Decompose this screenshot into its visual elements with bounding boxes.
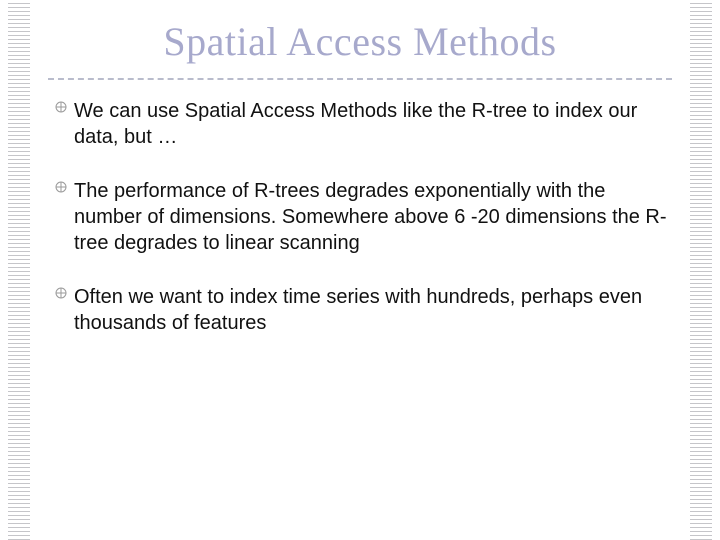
list-item: Often we want to index time series with … xyxy=(48,284,668,336)
list-item-text: Often we want to index time series with … xyxy=(74,284,668,336)
list-item: The performance of R-trees degrades expo… xyxy=(48,178,668,256)
list-item: We can use Spatial Access Methods like t… xyxy=(48,98,668,150)
title-divider xyxy=(48,78,672,80)
bullet-icon xyxy=(48,101,74,113)
slide-body: We can use Spatial Access Methods like t… xyxy=(48,98,668,364)
decorative-stripe-left xyxy=(8,0,30,540)
decorative-stripe-right xyxy=(690,0,712,540)
bullet-icon xyxy=(48,181,74,193)
list-item-text: The performance of R-trees degrades expo… xyxy=(74,178,668,256)
slide-title: Spatial Access Methods xyxy=(0,18,720,65)
bullet-icon xyxy=(48,287,74,299)
list-item-text: We can use Spatial Access Methods like t… xyxy=(74,98,668,150)
